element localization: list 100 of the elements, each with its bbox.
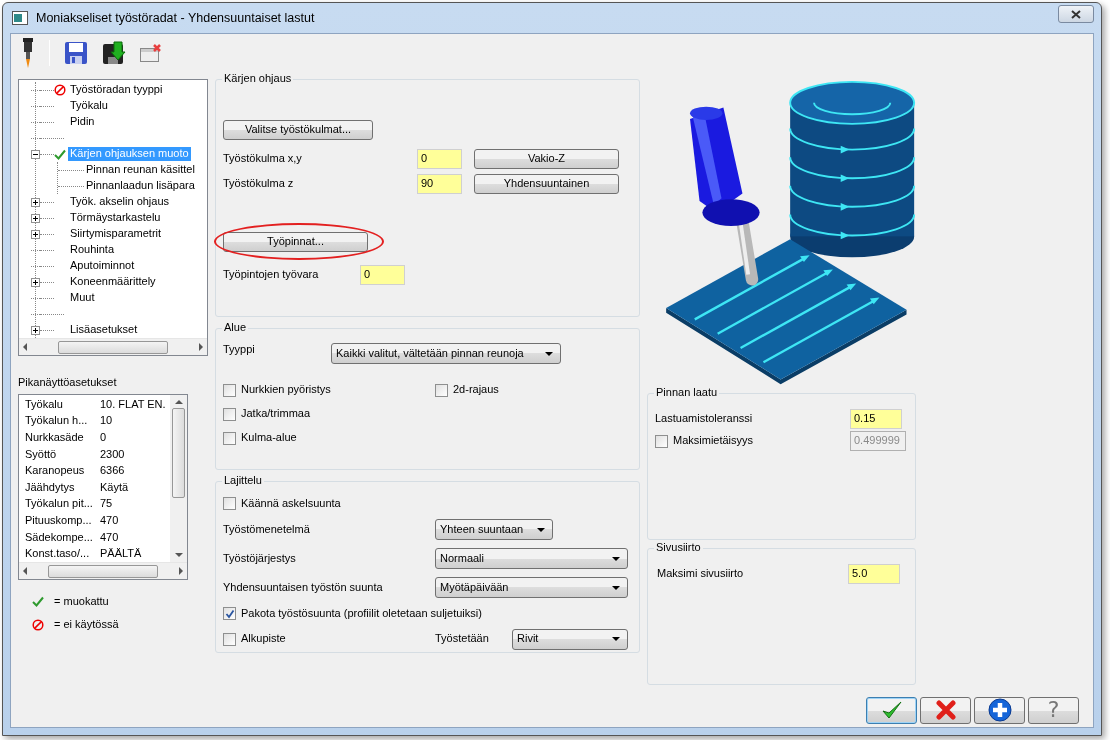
checkbox-label: 2d-rajaus xyxy=(453,383,499,397)
option-button[interactable]: Vakio-Z xyxy=(474,148,619,169)
setting-value: 470 xyxy=(100,530,119,544)
close-icon xyxy=(1071,9,1081,19)
tree-item[interactable]: Lisäasetukset xyxy=(68,323,140,337)
work-surfaces-button[interactable]: Työpinnat... xyxy=(223,232,368,252)
setting-value: Käytä xyxy=(100,480,129,495)
setting-value: 10 xyxy=(100,414,113,428)
help-button[interactable]: ? xyxy=(1028,696,1079,724)
check-icon xyxy=(880,700,903,720)
field-label: Työstöjärjestys xyxy=(223,551,297,566)
field-label: Maksimi sivusiirto xyxy=(656,567,745,581)
setting-name: Jäähdytys xyxy=(25,480,76,495)
checkbox[interactable] xyxy=(223,431,236,445)
window-title: Moniakseliset työstöradat - Yhdensuuntaiset lastut xyxy=(36,10,315,26)
tree-item[interactable]: Muut xyxy=(68,291,97,305)
tree-item[interactable]: Siirtymisparametrit xyxy=(68,227,164,241)
horizontal-scrollbar[interactable] xyxy=(19,338,207,355)
input-field[interactable]: 0 xyxy=(417,148,462,169)
window-close-icon xyxy=(140,44,162,62)
tree-item[interactable]: Pinnanlaadun lisäpara xyxy=(84,179,197,193)
option-button[interactable]: Yhdensuuntainen xyxy=(474,173,619,194)
dropdown[interactable]: Yhteen suuntaan xyxy=(435,519,553,540)
checkbox[interactable] xyxy=(223,383,236,397)
setting-name: Syöttö xyxy=(25,447,58,461)
collapse-icon[interactable] xyxy=(31,149,40,159)
setting-value: 0 xyxy=(100,431,107,445)
field-label: Yhdensuuntaisen työstön suunta xyxy=(223,580,384,595)
close-button[interactable] xyxy=(1058,5,1094,23)
floppy-disk-button[interactable] xyxy=(64,41,88,65)
close-icon xyxy=(935,700,956,720)
dropdown[interactable]: Myötäpäivään xyxy=(435,577,628,598)
group-title: Lajittelu xyxy=(222,474,264,488)
checkbox-label: Käännä askelsuunta xyxy=(241,496,341,511)
setting-name: Työkalun pit... xyxy=(25,497,94,511)
setting-name: Työkalun h... xyxy=(25,414,89,428)
field-label: Työstökulma x,y xyxy=(223,151,303,166)
tree-item[interactable]: Pidin xyxy=(68,115,97,129)
setting-name: Pituuskomp... xyxy=(25,514,93,528)
field-label: Tyyppi xyxy=(223,343,256,357)
setting-name: Nurkkasäde xyxy=(25,431,85,445)
plus-icon xyxy=(987,698,1012,722)
section-title: Pikanäyttöasetukset xyxy=(18,376,118,390)
dropdown[interactable]: Kaikki valitut, vältetään pinnan reunoja xyxy=(331,343,561,364)
checkbox[interactable] xyxy=(223,407,236,421)
tree-item[interactable]: Aputoiminnot xyxy=(68,259,137,273)
field-label: Työpintojen työvara xyxy=(223,268,320,282)
field-label: Työstökulma z xyxy=(223,176,295,191)
setting-name: Konst.taso/... xyxy=(25,547,91,561)
tree-item[interactable]: Pinnan reunan käsittel xyxy=(84,163,197,177)
expand-icon[interactable] xyxy=(31,229,40,239)
input-field[interactable]: 0.15 xyxy=(850,409,902,429)
tree-item[interactable]: Työk. akselin ohjaus xyxy=(68,195,172,209)
setting-value: 470 xyxy=(100,514,119,528)
caret-icon xyxy=(612,556,620,561)
tree-item[interactable]: Törmäystarkastelu xyxy=(68,211,163,225)
setting-value: PÄÄLTÄ xyxy=(100,547,142,561)
checkbox[interactable] xyxy=(223,497,236,510)
setting-value: 6366 xyxy=(100,464,125,478)
setting-value: 10. FLAT EN. xyxy=(100,397,166,412)
save-arrow-button[interactable] xyxy=(102,41,126,65)
checkbox[interactable] xyxy=(223,607,236,620)
expand-icon[interactable] xyxy=(31,277,40,287)
legend-text: = ei käytössä xyxy=(54,618,119,632)
caret-icon xyxy=(612,585,620,590)
prohibited-icon xyxy=(32,618,44,631)
ok-button[interactable] xyxy=(866,696,917,724)
legend-text: = muokattu xyxy=(54,595,109,609)
caret-icon xyxy=(545,351,553,356)
input-field[interactable]: 90 xyxy=(417,173,462,194)
check-icon xyxy=(32,596,44,608)
caret-icon xyxy=(612,637,620,641)
caret-icon xyxy=(537,527,545,532)
checkbox[interactable] xyxy=(435,383,448,397)
add-button[interactable] xyxy=(974,696,1025,724)
cancel-button[interactable] xyxy=(920,696,971,724)
window-close-button[interactable] xyxy=(140,44,162,62)
setting-value: 2300 xyxy=(100,447,125,461)
app-icon xyxy=(12,11,28,25)
tree-item[interactable]: Työkalu xyxy=(68,99,110,113)
dropdown[interactable]: Rivit xyxy=(512,628,628,650)
tool-button[interactable] xyxy=(21,38,35,68)
input-field[interactable]: 5.0 xyxy=(848,564,900,584)
checkbox[interactable] xyxy=(223,632,236,646)
expand-icon[interactable] xyxy=(31,325,40,335)
setting-name: Karanopeus xyxy=(25,464,86,478)
input-field[interactable]: 0 xyxy=(360,265,405,285)
select-angles-button[interactable]: Valitse työstökulmat... xyxy=(223,120,373,140)
setting-name: Sädekompe... xyxy=(25,530,94,544)
vertical-scrollbar[interactable] xyxy=(170,395,187,563)
tool-icon xyxy=(21,38,35,68)
checkbox-label: Pakota työstösuunta (profiilit oletetaan suljetuiksi) xyxy=(241,606,482,621)
expand-icon[interactable] xyxy=(31,213,40,223)
dropdown[interactable]: Normaali xyxy=(435,548,628,569)
tree-item[interactable]: Rouhinta xyxy=(68,243,117,257)
checkbox-label: Kulma-alue xyxy=(241,431,297,445)
tree-item[interactable]: Koneenmäärittely xyxy=(68,275,158,289)
horizontal-scrollbar[interactable] xyxy=(19,562,187,580)
field-label: Työstömenetelmä xyxy=(223,522,311,537)
expand-icon[interactable] xyxy=(31,197,40,207)
